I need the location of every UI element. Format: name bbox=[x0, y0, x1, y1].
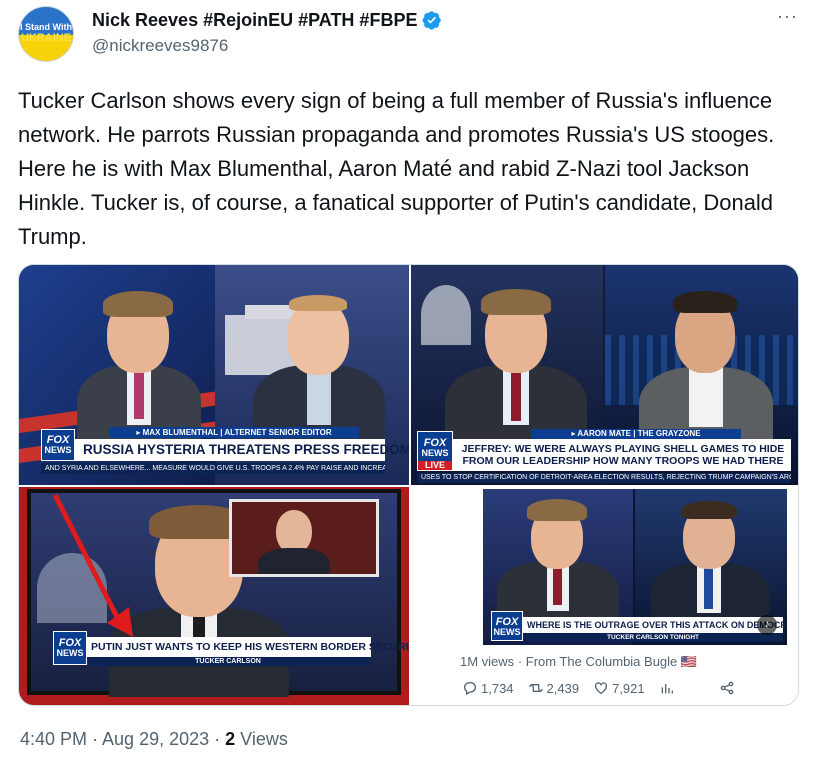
show-subline: TUCKER CARLSON bbox=[85, 657, 371, 666]
embedded-source[interactable]: From The Columbia Bugle bbox=[526, 654, 678, 669]
host-figure bbox=[441, 281, 591, 455]
fox-news-logo: FOX NEWS bbox=[53, 631, 87, 665]
author-name-row: Nick Reeves #RejoinEU #PATH #FBPE bbox=[92, 8, 442, 32]
inset-video bbox=[229, 499, 379, 577]
analytics-icon bbox=[661, 684, 673, 694]
headline-chyron: PUTIN JUST WANTS TO KEEP HIS WESTERN BOR… bbox=[85, 637, 409, 657]
heart-icon bbox=[595, 682, 608, 695]
avatar-line2: UKRAINE bbox=[20, 32, 72, 44]
fox-news-logo: FOX NEWS LIVE bbox=[417, 431, 453, 471]
fox-news-logo: FOX NEWS bbox=[491, 611, 523, 641]
retweet-count: 2,439 bbox=[546, 680, 580, 696]
guest-figure bbox=[631, 281, 781, 457]
nameplate: ▸ MAX BLUMENTHAL | ALTERNET SENIOR EDITO… bbox=[109, 427, 359, 438]
retweet-icon bbox=[528, 683, 543, 693]
like-count: 7,921 bbox=[612, 680, 645, 696]
analytics-button[interactable] bbox=[659, 680, 675, 696]
fox-news-logo: FOX NEWS bbox=[41, 429, 75, 461]
separator: · bbox=[517, 654, 523, 669]
tweet-timestamp[interactable]: 4:40 PM · Aug 29, 2023 · 2 Views bbox=[20, 729, 288, 750]
guest-figure bbox=[645, 497, 775, 633]
news-ticker: AND SYRIA AND ELSEWHERE... MEASURE WOULD… bbox=[41, 463, 385, 474]
like-button[interactable]: 7,921 bbox=[593, 680, 645, 696]
nameplate: ▸ AARON MATE | THE GRAYZONE bbox=[531, 429, 741, 439]
mute-icon[interactable]: ♪ bbox=[757, 615, 777, 635]
headline-chyron: RUSSIA HYSTERIA THREATENS PRESS FREEDOM bbox=[75, 439, 409, 461]
media-image-3[interactable]: PUTIN JUST WANTS TO KEEP HIS WESTERN BOR… bbox=[19, 487, 409, 705]
reply-count: 1,734 bbox=[481, 680, 514, 696]
timestamp-text: 4:40 PM · Aug 29, 2023 · bbox=[20, 729, 226, 749]
flag-icon: 🇺🇸 bbox=[680, 654, 698, 669]
media-grid[interactable]: ▸ MAX BLUMENTHAL | ALTERNET SENIOR EDITO… bbox=[18, 264, 799, 706]
author-handle[interactable]: @nickreeves9876 bbox=[92, 36, 228, 56]
share-icon bbox=[720, 681, 733, 695]
tweet-text: Tucker Carlson shows every sign of being… bbox=[18, 88, 775, 249]
retweet-button[interactable]: 2,439 bbox=[528, 680, 580, 696]
media-image-1[interactable]: ▸ MAX BLUMENTHAL | ALTERNET SENIOR EDITO… bbox=[19, 265, 409, 485]
host-figure bbox=[493, 497, 623, 631]
embedded-views: 1M views bbox=[460, 654, 515, 669]
guest-figure bbox=[249, 285, 389, 455]
news-ticker: USES TO STOP CERTIFICATION OF DETROIT-AR… bbox=[417, 473, 791, 483]
embedded-actions: 1,734 2,439 7,921 bbox=[462, 680, 735, 696]
embedded-views-line: 1M views · From The Columbia Bugle 🇺🇸 bbox=[460, 654, 697, 670]
views-count: 2 bbox=[225, 729, 236, 749]
reply-icon bbox=[464, 682, 476, 696]
show-subline: TUCKER CARLSON TONIGHT bbox=[523, 633, 783, 642]
embedded-video[interactable]: WHERE IS THE OUTRAGE OVER THIS ATTACK ON… bbox=[483, 489, 787, 645]
headline-chyron: JEFFREY: WE WERE ALWAYS PLAYING SHELL GA… bbox=[453, 439, 791, 471]
host-figure bbox=[69, 285, 209, 455]
avatar[interactable]: I Stand With UKRAINE bbox=[18, 6, 74, 62]
verified-badge-icon bbox=[423, 11, 442, 30]
headline-chyron: WHERE IS THE OUTRAGE OVER THIS ATTACK ON… bbox=[523, 617, 787, 633]
share-button[interactable] bbox=[719, 680, 735, 696]
more-options-icon[interactable]: ··· bbox=[777, 6, 798, 27]
avatar-badge: I Stand With UKRAINE bbox=[19, 22, 73, 44]
embedded-video-card[interactable]: WHERE IS THE OUTRAGE OVER THIS ATTACK ON… bbox=[411, 487, 798, 705]
display-name[interactable]: Nick Reeves #RejoinEU #PATH #FBPE bbox=[92, 10, 417, 31]
red-arrow-icon bbox=[52, 493, 133, 637]
media-image-2[interactable]: ▸ AARON MATE | THE GRAYZONE JEFFREY: WE … bbox=[411, 265, 798, 485]
views-label: Views bbox=[235, 729, 288, 749]
reply-button[interactable]: 1,734 bbox=[462, 680, 514, 696]
